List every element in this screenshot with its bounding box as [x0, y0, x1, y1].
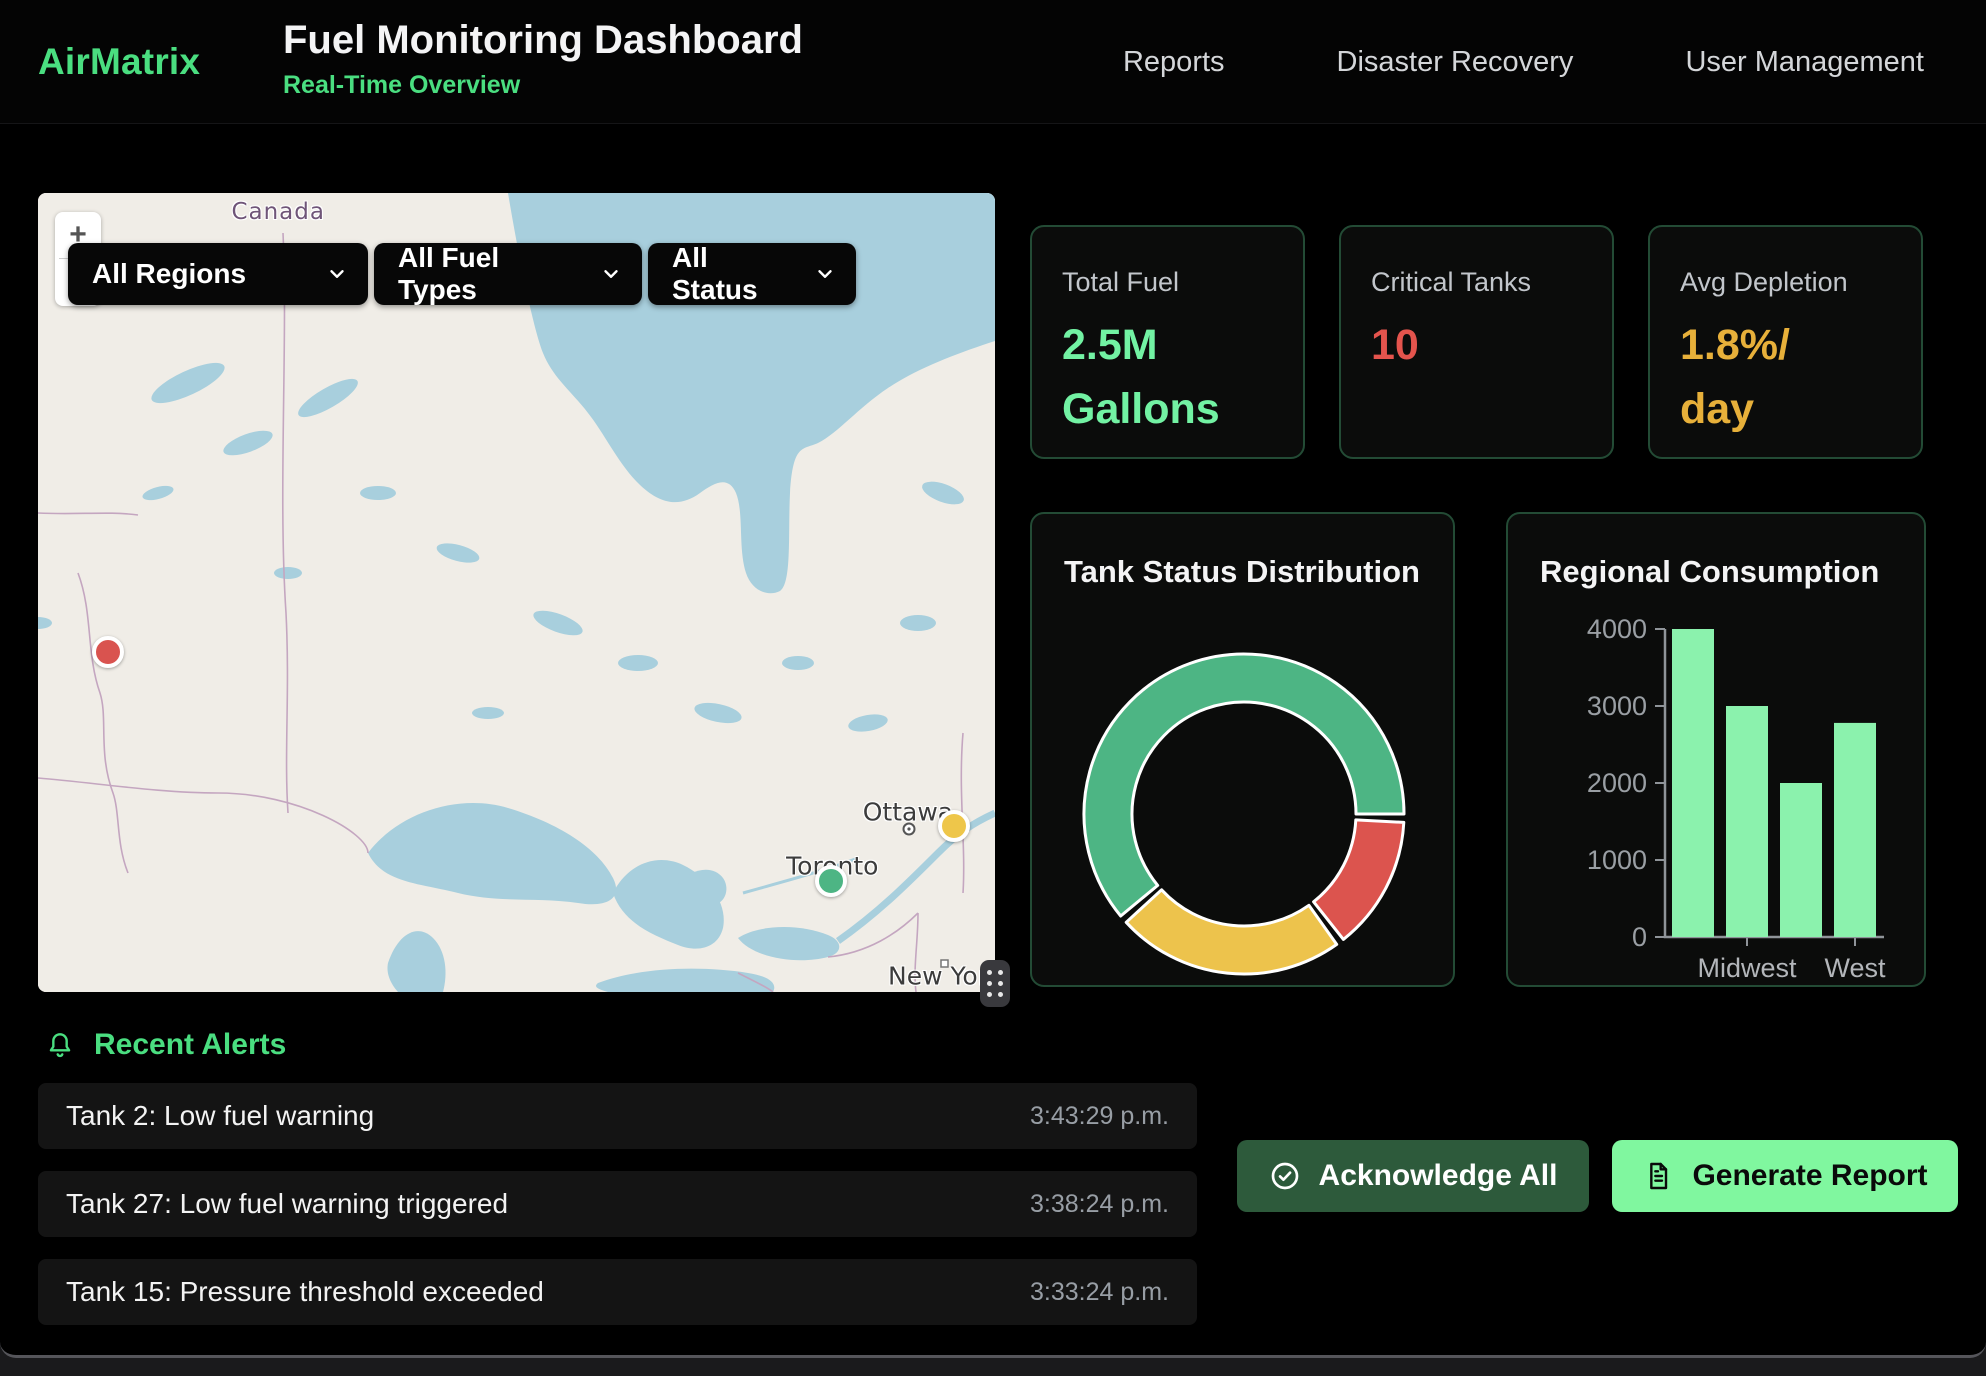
fuel-type-filter-value: All Fuel Types — [398, 242, 574, 306]
acknowledge-all-label: Acknowledge All — [1319, 1159, 1558, 1193]
page-subtitle: Real-Time Overview — [283, 71, 803, 100]
alert-timestamp: 3:43:29 p.m. — [1030, 1102, 1169, 1131]
alert-message: Tank 27: Low fuel warning triggered — [66, 1188, 508, 1220]
stat-card-total-fuel: Total Fuel 2.5M Gallons — [1030, 225, 1305, 459]
generate-report-label: Generate Report — [1692, 1159, 1927, 1193]
map-drag-handle-icon[interactable] — [980, 960, 1010, 1007]
tank-status-marker[interactable] — [92, 636, 124, 668]
nav-item-disaster-recovery[interactable]: Disaster Recovery — [1337, 46, 1574, 79]
stat-card-avg-depletion: Avg Depletion 1.8%/ day — [1648, 225, 1923, 459]
region-filter-dropdown[interactable]: All Regions — [68, 243, 368, 305]
nav-item-reports[interactable]: Reports — [1123, 46, 1225, 79]
tank-status-card: Tank Status Distribution — [1030, 512, 1455, 987]
stat-label: Critical Tanks — [1371, 267, 1582, 298]
svg-text:West: West — [1824, 953, 1886, 983]
alert-timestamp: 3:38:24 p.m. — [1030, 1190, 1169, 1219]
alert-timestamp: 3:33:24 p.m. — [1030, 1278, 1169, 1307]
map-label-new-york: New York — [888, 962, 995, 991]
tank-status-marker[interactable] — [938, 810, 970, 842]
stat-value: 1.8%/ day — [1680, 314, 1891, 441]
status-filter-dropdown[interactable]: All Status — [648, 243, 856, 305]
nav-item-user-management[interactable]: User Management — [1685, 46, 1924, 79]
svg-text:3000: 3000 — [1587, 691, 1647, 721]
tank-status-marker[interactable] — [815, 865, 847, 897]
regional-consumption-bar-chart: 0 1000 2000 3000 4000 Midwest West — [1508, 594, 1926, 987]
bar-chart-title: Regional Consumption — [1540, 554, 1879, 590]
document-icon — [1642, 1160, 1674, 1192]
dashboard-root: AirMatrix Fuel Monitoring Dashboard Real… — [0, 0, 1986, 1358]
page-title: Fuel Monitoring Dashboard — [283, 18, 803, 63]
svg-text:2000: 2000 — [1587, 768, 1647, 798]
alert-row[interactable]: Tank 15: Pressure threshold exceeded 3:3… — [38, 1259, 1197, 1325]
chevron-down-icon — [326, 263, 348, 285]
chevron-down-icon — [600, 263, 622, 285]
alert-message: Tank 15: Pressure threshold exceeded — [66, 1276, 544, 1308]
brand-logo: AirMatrix — [38, 0, 200, 124]
stat-value: 10 — [1371, 314, 1582, 378]
svg-text:4000: 4000 — [1587, 614, 1647, 644]
acknowledge-all-button[interactable]: Acknowledge All — [1237, 1140, 1589, 1212]
donut-chart-title: Tank Status Distribution — [1064, 554, 1420, 590]
svg-text:Midwest: Midwest — [1697, 953, 1797, 983]
status-filter-value: All Status — [672, 242, 788, 306]
svg-text:0: 0 — [1632, 922, 1647, 952]
region-filter-value: All Regions — [92, 258, 246, 290]
check-circle-icon — [1269, 1160, 1301, 1192]
title-block: Fuel Monitoring Dashboard Real-Time Over… — [283, 18, 803, 100]
generate-report-button[interactable]: Generate Report — [1612, 1140, 1958, 1212]
chevron-down-icon — [814, 263, 836, 285]
stat-label: Avg Depletion — [1680, 267, 1891, 298]
fuel-type-filter-dropdown[interactable]: All Fuel Types — [374, 243, 642, 305]
recent-alerts-label: Recent Alerts — [94, 1028, 286, 1062]
map-label-canada: Canada — [231, 199, 325, 225]
alert-row[interactable]: Tank 27: Low fuel warning triggered 3:38… — [38, 1171, 1197, 1237]
header: AirMatrix Fuel Monitoring Dashboard Real… — [0, 0, 1986, 124]
alert-message: Tank 2: Low fuel warning — [66, 1100, 374, 1132]
main-nav: Reports Disaster Recovery User Managemen… — [1123, 0, 1924, 124]
recent-alerts-heading: Recent Alerts — [44, 1028, 286, 1062]
map-filter-bar: All Regions All Fuel Types All Status — [68, 243, 856, 305]
tank-status-donut-chart — [1070, 640, 1418, 987]
stat-label: Total Fuel — [1062, 267, 1273, 298]
stat-card-critical-tanks: Critical Tanks 10 — [1339, 225, 1614, 459]
stat-value: 2.5M Gallons — [1062, 314, 1273, 441]
alert-row[interactable]: Tank 2: Low fuel warning 3:43:29 p.m. — [38, 1083, 1197, 1149]
bell-icon — [44, 1029, 76, 1061]
svg-text:1000: 1000 — [1587, 845, 1647, 875]
fuel-map[interactable]: CanadaOttawaTorontoNew York + − All Regi… — [38, 193, 995, 992]
regional-consumption-card: Regional Consumption 0 1000 2000 3000 4000 Mi… — [1506, 512, 1926, 987]
